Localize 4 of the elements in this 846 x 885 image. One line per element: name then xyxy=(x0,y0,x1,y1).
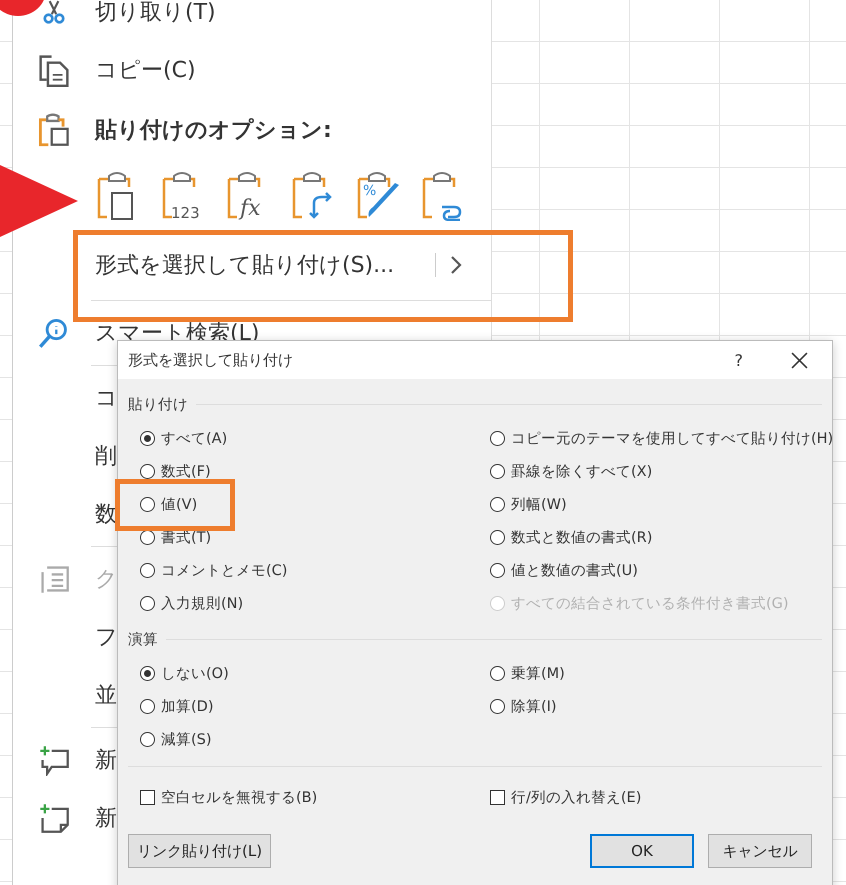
section-label: 演算 xyxy=(128,630,158,649)
dialog-title: 形式を選択して貼り付け xyxy=(128,350,294,370)
section-label: 貼り付け xyxy=(128,396,188,414)
menu-heading: 貼り付けのオプション: xyxy=(13,99,491,161)
